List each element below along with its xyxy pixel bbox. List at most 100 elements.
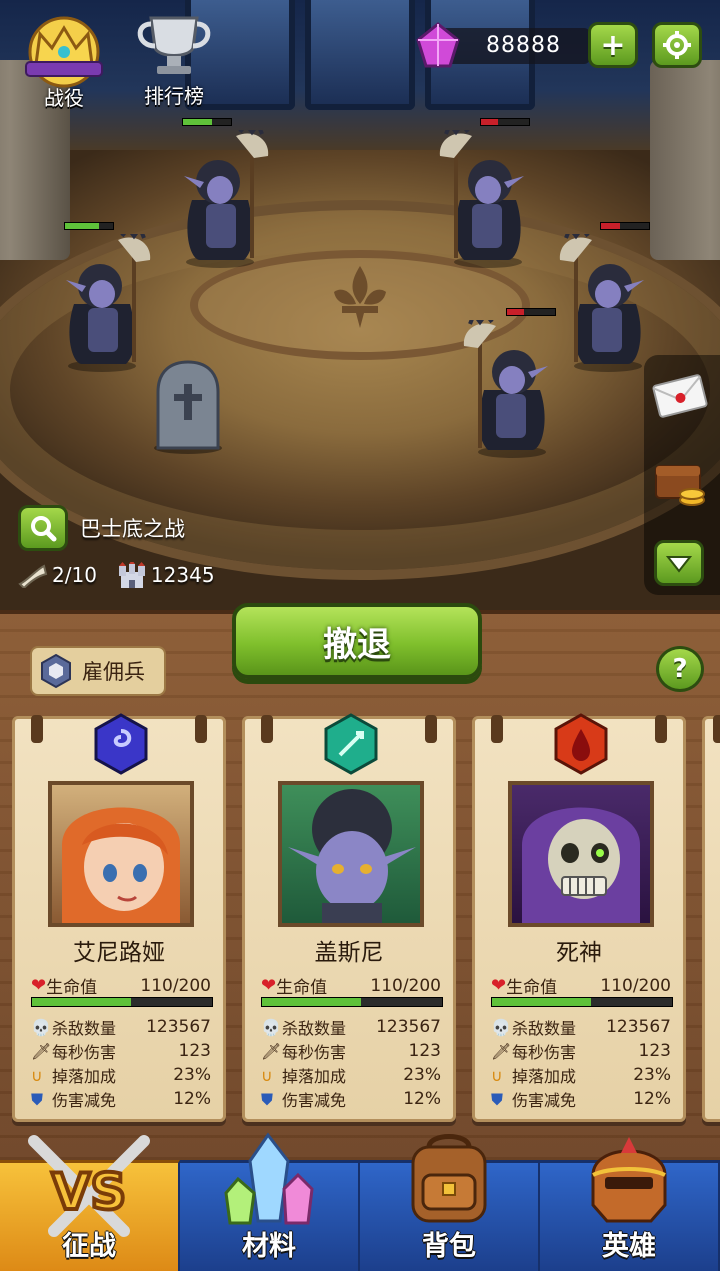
castle-value: 12345 [150, 563, 215, 587]
horseshoe-icon: ∪ [261, 1066, 273, 1085]
dark-elf-shaman-sprite [184, 130, 269, 268]
add-gems-button[interactable]: + [588, 22, 638, 68]
help-button[interactable]: ? [656, 646, 704, 692]
tab-label: 征战 [62, 1231, 116, 1262]
trophy-icon [137, 16, 211, 74]
redhead-heroine-portrait [62, 807, 180, 923]
reduce-value: 12% [403, 1089, 441, 1109]
kills-row: 💀 杀敌数量 123567 [491, 1015, 671, 1039]
tab-materials[interactable]: 材料 [180, 1132, 360, 1271]
ally-unit[interactable] [52, 222, 162, 372]
sword-icon: 🗡 [31, 1042, 52, 1061]
hero-card-partial[interactable] [702, 715, 720, 1122]
svg-text:VS: VS [52, 1163, 127, 1221]
enemy-unit[interactable] [548, 222, 658, 372]
gem-count: 88888 [486, 33, 561, 58]
chevron-down-icon [666, 556, 692, 573]
skull-icon: 💀 [261, 1018, 281, 1037]
dps-label: 每秒伤害 [52, 1043, 117, 1062]
grim-reaper-portrait [522, 807, 640, 923]
dps-label: 每秒伤害 [282, 1043, 347, 1062]
skull-icon: 💀 [491, 1018, 511, 1037]
arena-pillar [650, 60, 720, 260]
hero-card[interactable]: 盖斯尼 ❤ 生命值 110/200 💀 杀敌数量 123567 🗡 每秒伤害 1… [242, 713, 456, 1122]
mail-button[interactable] [650, 366, 710, 426]
drop-label: 掉落加成 [52, 1067, 117, 1086]
tombstone-icon [154, 360, 222, 454]
hp-label: 生命值 [46, 978, 98, 998]
dark-elf-shaman-sprite [439, 130, 524, 268]
retreat-button[interactable]: 撤退 [232, 603, 482, 679]
unit-hp-bar [506, 308, 556, 316]
wallet-coins-icon [655, 465, 705, 506]
dps-row: 🗡 每秒伤害 123 [31, 1039, 211, 1063]
card-pin [195, 715, 207, 743]
search-battle-button[interactable] [18, 505, 68, 551]
battle-name: 巴士底之战 [80, 517, 185, 541]
hero-card[interactable]: 死神 ❤ 生命值 110/200 💀 杀敌数量 123567 🗡 每秒伤害 12… [472, 713, 686, 1122]
drop-label: 掉落加成 [282, 1067, 347, 1086]
retreat-label: 撤退 [323, 624, 391, 665]
reduce-label: 伤害减免 [512, 1091, 577, 1110]
crown-icon [25, 16, 103, 88]
dps-row: 🗡 每秒伤害 123 [491, 1039, 671, 1063]
gear-icon [663, 31, 691, 59]
tab-campaign[interactable]: VS 征战 [0, 1135, 180, 1271]
hero-hp-row: ❤ 生命值 110/200 [261, 973, 441, 998]
hero-name: 死神 [556, 940, 602, 966]
campaign-button[interactable]: 战役 [14, 12, 114, 111]
hp-value: 110/200 [600, 975, 671, 996]
reduce-label: 伤害减免 [282, 1091, 347, 1110]
tab-label: 背包 [422, 1231, 476, 1262]
enemy-unit[interactable] [452, 308, 562, 458]
card-pin [655, 715, 667, 743]
hero-name: 盖斯尼 [314, 940, 384, 966]
tab-heroes[interactable]: 英雄 [540, 1137, 720, 1271]
ally-unit[interactable] [170, 118, 280, 268]
kills-label: 杀敌数量 [52, 1019, 117, 1038]
leaderboard-label: 排行榜 [144, 84, 204, 108]
envelope-icon [652, 374, 708, 418]
card-pin [425, 715, 437, 743]
kills-label: 杀敌数量 [512, 1019, 577, 1038]
blood-element-icon [554, 713, 608, 775]
crystals-icon [224, 1132, 314, 1225]
drop-row: ∪ 掉落加成 23% [491, 1063, 671, 1087]
search-icon [31, 516, 57, 542]
horn-icon [18, 564, 48, 588]
hero-name: 艾尼路娅 [73, 940, 165, 966]
hp-value: 110/200 [140, 975, 211, 996]
hero-hp-bar [31, 997, 213, 1007]
reduce-row: ⛊ 伤害减免 12% [261, 1087, 441, 1111]
collapse-panel-button[interactable] [654, 540, 704, 586]
shield-icon: ⛊ [261, 1090, 274, 1109]
kills-row: 💀 杀敌数量 123567 [261, 1015, 441, 1039]
leaderboard-button[interactable]: 排行榜 [126, 12, 222, 109]
kills-value: 123567 [376, 1017, 441, 1037]
wave-progress: 2/10 [52, 563, 97, 587]
kills-row: 💀 杀敌数量 123567 [31, 1015, 211, 1039]
backpack-icon [411, 1134, 487, 1223]
tab-label: 英雄 [602, 1231, 656, 1262]
hero-hp-row: ❤ 生命值 110/200 [31, 973, 211, 998]
reduce-value: 12% [173, 1089, 211, 1109]
battle-stats: 2/10 12345 [18, 562, 215, 588]
card-pin [713, 715, 720, 743]
hero-card[interactable]: 艾尼路娅 ❤ 生命值 110/200 💀 杀敌数量 123567 🗡 每秒伤害 … [12, 713, 226, 1122]
card-pin [31, 715, 43, 743]
enemy-unit[interactable] [428, 118, 538, 268]
mercenary-button[interactable]: 雇佣兵 [30, 646, 166, 696]
battle-info: 巴士底之战 [18, 504, 185, 552]
settings-button[interactable] [652, 22, 702, 68]
mercenary-badge-icon [41, 653, 71, 689]
unit-hp-bar [600, 222, 650, 230]
unit-hp-bar [182, 118, 232, 126]
wallet-button[interactable] [650, 452, 710, 512]
castle-icon [118, 562, 145, 588]
tab-backpack[interactable]: 背包 [360, 1134, 540, 1271]
reduce-row: ⛊ 伤害减免 12% [31, 1087, 211, 1111]
drop-value: 23% [633, 1065, 671, 1085]
hero-hp-row: ❤ 生命值 110/200 [491, 973, 671, 998]
drop-value: 23% [403, 1065, 441, 1085]
dps-value: 123 [408, 1041, 441, 1061]
